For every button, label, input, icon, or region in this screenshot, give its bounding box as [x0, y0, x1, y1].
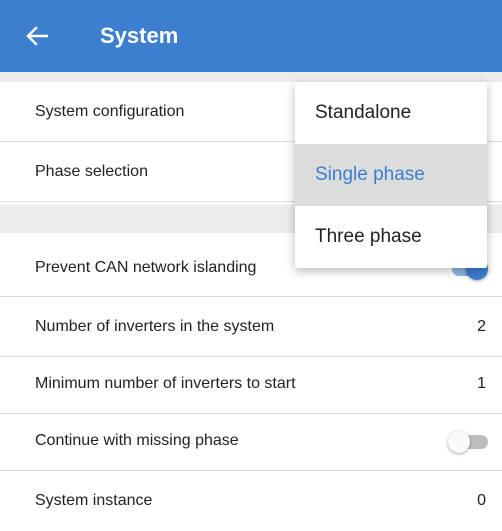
dropdown-option-three-phase[interactable]: Three phase — [295, 206, 487, 268]
setting-label: Prevent CAN network islanding — [35, 259, 257, 276]
app-bar: System — [0, 0, 502, 72]
setting-value: 1 — [477, 375, 486, 392]
setting-num-inverters[interactable]: Number of inverters in the system 2 — [0, 297, 502, 357]
setting-continue-missing-phase[interactable]: Continue with missing phase — [0, 411, 502, 471]
setting-label: System configuration — [35, 103, 185, 120]
setting-label: Phase selection — [35, 163, 148, 180]
setting-label: Number of inverters in the system — [35, 318, 275, 335]
dropdown-option-single-phase[interactable]: Single phase — [295, 144, 487, 206]
arrow-left-icon — [26, 26, 48, 46]
setting-value: 0 — [477, 492, 486, 509]
dropdown-option-standalone[interactable]: Standalone — [295, 82, 487, 144]
continue-missing-phase-toggle[interactable] — [448, 430, 488, 453]
setting-label: Minimum number of inverters to start — [35, 375, 296, 392]
setting-system-instance[interactable]: System instance 0 — [0, 471, 502, 531]
setting-label: Continue with missing phase — [35, 432, 239, 449]
setting-min-inverters[interactable]: Minimum number of inverters to start 1 — [0, 354, 502, 414]
back-button[interactable] — [24, 20, 50, 52]
setting-value: 2 — [477, 318, 486, 335]
page-title: System — [100, 23, 179, 48]
setting-label: System instance — [35, 492, 153, 509]
toggle-thumb — [448, 431, 470, 453]
phase-dropdown-menu: Standalone Single phase Three phase — [295, 82, 487, 268]
header-shadow — [0, 72, 502, 82]
